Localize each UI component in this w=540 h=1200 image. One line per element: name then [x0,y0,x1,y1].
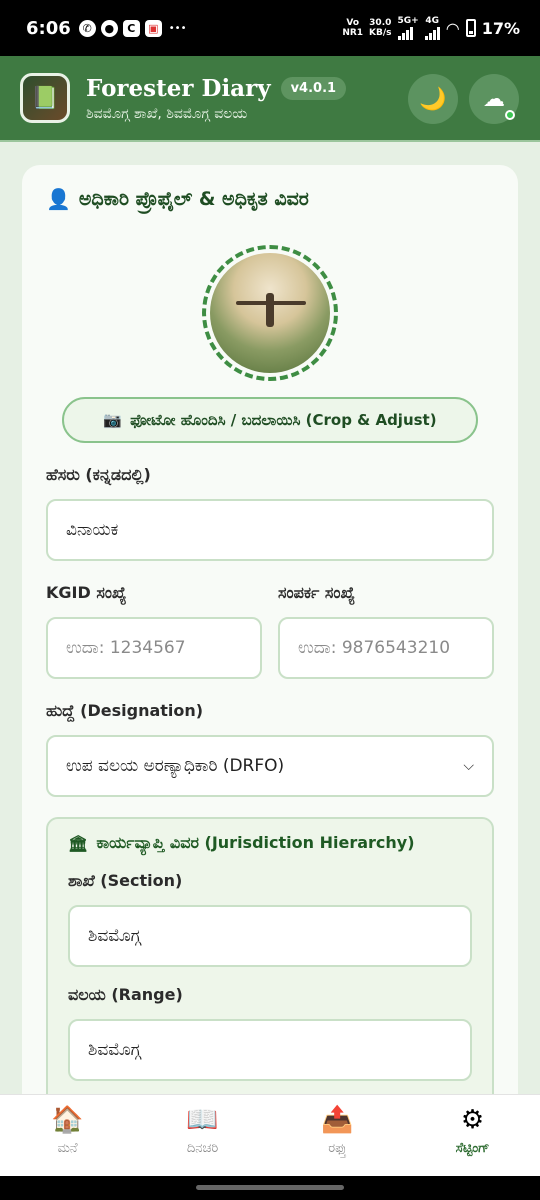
home-indicator[interactable] [196,1185,344,1190]
nav-settings[interactable]: ⚙ ಸೆಟ್ಟಿಂಗ್ [405,1095,540,1176]
nav-home[interactable]: 🏠 ಮನೆ [0,1095,135,1176]
chat-icon: ● [100,19,118,37]
moon-icon: 🌙 [419,86,447,112]
name-label: ಹೆಸರು (ಕನ್ನಡದಲ್ಲಿ) [46,465,151,484]
home-icon: 🏠 [51,1105,84,1135]
book-icon: 📖 [186,1105,219,1135]
cloud-icon: ☁ [483,86,505,112]
jurisdiction-title: 🏛 ಕಾರ್ಯವ್ಯಾಪ್ತಿ ವಿವರ (Jurisdiction Hiera… [68,833,415,853]
kgid-label: KGID ಸಂಖ್ಯೆ [46,583,127,602]
kgid-field[interactable]: ಉದಾ: 1234567 [46,617,262,679]
version-badge: v4.0.1 [280,76,347,100]
status-time: 6:06 [26,17,71,39]
avatar [210,253,330,373]
signal-5g: 5G+ [397,16,419,40]
notification-app-icon: C [122,19,140,37]
volte-indicator: Vo NR1 [342,18,364,38]
bottom-navigation: 🏠 ಮನೆ 📖 ದಿನಚರಿ 📤 ರಫ್ತು ⚙ ಸೆಟ್ಟಿಂಗ್ [0,1094,540,1176]
designation-label: ಹುದ್ದೆ (Designation) [46,701,204,720]
gear-icon: ⚙ [460,1105,485,1135]
contact-label: ಸಂಪರ್ಕ ಸಂಖ್ಯೆ [278,583,355,602]
gesture-bar [0,1176,540,1200]
person-icon: 👤 [46,187,71,211]
network-speed: 30.0 KB/s [369,18,392,38]
outbox-icon: 📤 [321,1105,354,1135]
section-field[interactable]: ಶಿವಮೊಗ್ಗ [68,905,472,967]
name-field[interactable]: ವಿನಾಯಕ [46,499,494,561]
jurisdiction-panel: 🏛 ಕಾರ್ಯವ್ಯಾಪ್ತಿ ವಿವರ (Jurisdiction Hiera… [46,817,494,1094]
app-logo: 📗 [20,73,70,123]
nav-diary[interactable]: 📖 ದಿನಚರಿ [135,1095,270,1176]
range-field[interactable]: ಶಿವಮೊಗ್ಗ [68,1019,472,1081]
status-bar: 6:06 ✆ ● C ▣ ••• Vo NR1 30.0 KB/s 5G+ 4G ◠… [0,0,540,56]
change-photo-button[interactable]: 📷 ಫೋಟೋ ಹೊಂದಿಸಿ / ಬದಲಾಯಿಸಿ (Crop & Adjust… [62,397,478,443]
sync-status-dot [505,110,515,120]
camera-icon: 📷 [103,411,123,429]
app-title: Forester Diary [86,74,271,102]
cloud-sync-button[interactable]: ☁ [469,74,519,124]
building-icon: 🏛 [68,833,89,853]
chevron-down-icon: ⌵ [463,758,474,774]
whatsapp-icon: ✆ [78,19,96,37]
battery-percent: 17% [481,18,520,38]
nav-export[interactable]: 📤 ರಫ್ತು [270,1095,405,1176]
shopping-icon: ▣ [144,19,162,37]
profile-card: 👤 ಅಧಿಕಾರಿ ಪ್ರೊಫೈಲ್ & ಅಧಿಕೃತ ವಿವರ 📷 ಫೋಟೋ … [22,165,518,1094]
contact-field[interactable]: ಉದಾ: 9876543210 [278,617,494,679]
section-label: ಶಾಖೆ (Section) [68,871,183,890]
battery-icon [465,19,476,37]
app-subtitle: ಶಿವಮೊಗ್ಗ ಶಾಖೆ, ಶಿವಮೊಗ್ಗ ವಲಯ [86,105,248,122]
profile-photo[interactable] [202,245,338,381]
wifi-icon: ◠ [445,18,460,38]
more-notifications-icon: ••• [168,22,187,34]
profile-section-title: 👤 ಅಧಿಕಾರಿ ಪ್ರೊಫೈಲ್ & ಅಧಿಕೃತ ವಿವರ [46,187,309,211]
range-label: ವಲಯ (Range) [68,985,183,1004]
theme-toggle-button[interactable]: 🌙 [408,74,458,124]
app-header: 📗 Forester Diary v4.0.1 ಶಿವಮೊಗ್ಗ ಶಾಖೆ, ಶ… [0,56,540,142]
signal-4g: 4G [424,16,440,40]
designation-select[interactable]: ಉಪ ವಲಯ ಅರಣ್ಯಾಧಿಕಾರಿ (DRFO) ⌵ [46,735,494,797]
settings-content[interactable]: 👤 ಅಧಿಕಾರಿ ಪ್ರೊಫೈಲ್ & ಅಧಿಕೃತ ವಿವರ 📷 ಫೋಟೋ … [0,142,540,1094]
